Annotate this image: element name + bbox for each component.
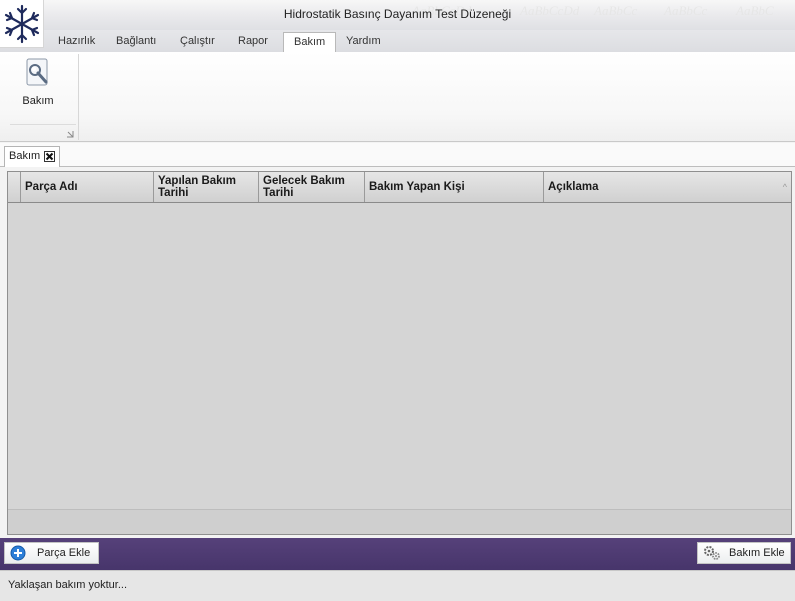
tab-rapor[interactable]: Rapor [228,32,278,52]
tab-bakim[interactable]: Bakım [283,32,337,52]
app-menu-button[interactable] [0,0,44,48]
tab-calistir[interactable]: Çalıştır [170,32,225,52]
close-icon[interactable] [44,151,55,162]
tab-hazirlik[interactable]: Hazırlık [48,32,105,52]
status-bar: Yaklaşan bakım yoktur... [0,570,795,601]
wrench-gear-icon [26,58,48,86]
action-bar: Parça Ekle Bakım Ekle [0,538,795,570]
gears-icon [704,546,720,560]
status-text: Yaklaşan bakım yoktur... [8,579,128,591]
add-part-button[interactable]: Parça Ekle [4,542,99,564]
plus-circle-icon [10,545,26,561]
ribbon-group-bakim: Bakım [6,54,79,140]
sort-indicator-icon: ^ [782,182,787,192]
group-divider [10,124,76,125]
add-part-label: Parça Ekle [37,547,91,559]
maintenance-grid[interactable]: Parça Adı Yapılan Bakım Tarihi Gelecek B… [7,171,792,535]
column-header-aciklama-label: Açıklama [548,181,599,193]
ribbon-panel: Bakım [0,52,795,142]
grid-header: Parça Adı Yapılan Bakım Tarihi Gelecek B… [8,172,791,203]
row-selector-header [8,172,21,202]
tab-yardim[interactable]: Yardım [336,32,391,52]
bakim-ribbon-button[interactable]: Bakım [14,58,62,110]
column-header-aciklama[interactable]: Açıklama ^ [544,172,791,202]
add-maintenance-label: Bakım Ekle [729,547,785,559]
title-bar: AaBbCcDd AaBbCcDd AaBbCc AaBbCc AaBbC Hi… [0,0,795,30]
bakim-ribbon-label: Bakım [22,95,54,107]
tab-baglanti[interactable]: Bağlantı [106,32,166,52]
document-tab-strip: Bakım [0,143,795,167]
add-maintenance-button[interactable]: Bakım Ekle [697,542,791,564]
column-header-bakim-yapan-kisi[interactable]: Bakım Yapan Kişi [365,172,544,202]
column-header-parca-adi[interactable]: Parça Adı [21,172,154,202]
document-tab-label: Bakım [9,150,41,162]
document-tab-bakim[interactable]: Bakım [4,146,60,167]
snowflake-icon [4,4,40,44]
ribbon-tabs: Hazırlık Bağlantı Çalıştır Rapor Bakım Y… [0,30,795,52]
grid-footer [8,509,791,534]
column-header-yapilan-bakim-tarihi[interactable]: Yapılan Bakım Tarihi [154,172,259,202]
dialog-launcher-icon[interactable] [66,130,74,138]
column-header-gelecek-bakim-tarihi[interactable]: Gelecek Bakım Tarihi [259,172,365,202]
window-title: Hidrostatik Basınç Dayanım Test Düzeneği [283,7,512,21]
